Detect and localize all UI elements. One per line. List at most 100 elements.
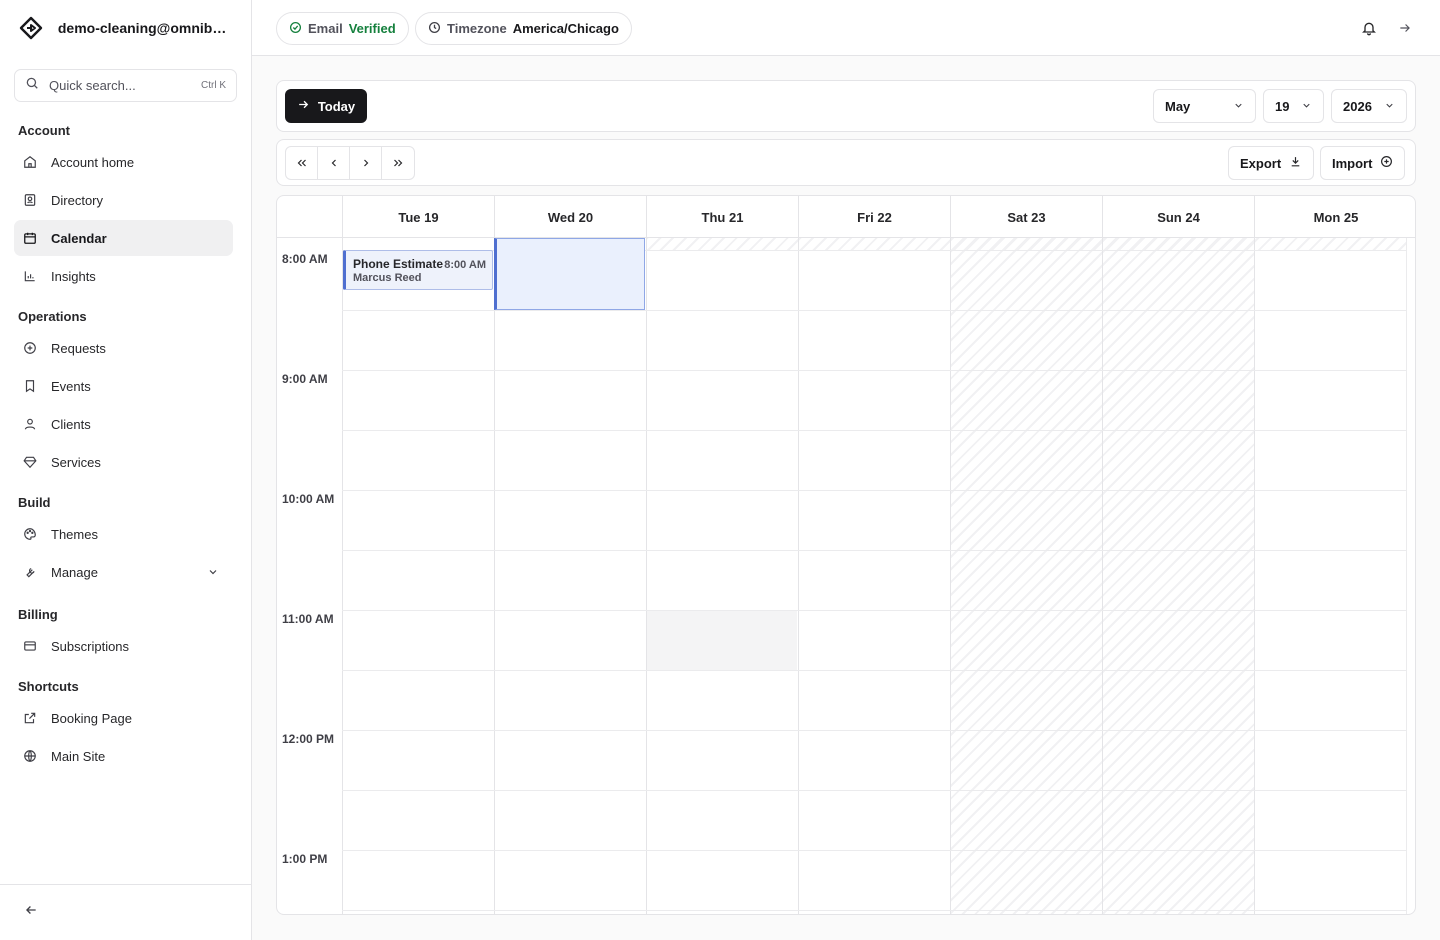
day-select[interactable]: 19 [1263, 89, 1324, 123]
year-select[interactable]: 2026 [1331, 89, 1407, 123]
bookmark-icon [23, 379, 37, 393]
day-header: Wed 20 [494, 196, 646, 238]
sidebar-footer [0, 884, 251, 940]
half-hour-line [342, 790, 1406, 791]
sidebar-item-label: Themes [51, 526, 98, 542]
hour-line [342, 610, 1406, 611]
timezone-pill[interactable]: Timezone America/Chicago [415, 12, 632, 45]
sidebar-item-label: Calendar [51, 230, 107, 246]
sidebar-item-manage[interactable]: Manage [14, 554, 233, 590]
day-column[interactable] [1254, 238, 1406, 914]
account-switcher[interactable]: demo-cleaning@omnibooki... [0, 0, 251, 56]
half-hour-line [342, 430, 1406, 431]
day-column[interactable] [342, 238, 494, 914]
collapse-sidebar-icon[interactable] [24, 903, 38, 922]
half-hour-line [342, 670, 1406, 671]
sidebar-item-themes[interactable]: Themes [14, 516, 233, 552]
event-title: Phone Estimate [353, 257, 444, 271]
bell-icon[interactable] [1360, 19, 1378, 37]
chevrons-left-icon[interactable] [286, 147, 318, 179]
day-column[interactable] [950, 238, 1102, 914]
chevron-down-icon [1384, 99, 1395, 114]
arrow-right-icon [297, 98, 310, 114]
sidebar-item-requests[interactable]: Requests [14, 330, 233, 366]
timezone-value: America/Chicago [512, 21, 619, 36]
sidebar-item-subscriptions[interactable]: Subscriptions [14, 628, 233, 664]
search-icon [25, 76, 39, 95]
day-header: Sat 23 [950, 196, 1102, 238]
event-client: Marcus Reed [353, 272, 422, 284]
sidebar-item-label: Services [51, 454, 101, 470]
sidebar-item-services[interactable]: Services [14, 444, 233, 480]
search-placeholder: Quick search... [49, 78, 136, 93]
calendar-actions-toolbar: Export Import [276, 139, 1416, 186]
sidebar-item-label: Booking Page [51, 710, 132, 726]
chevron-left-icon[interactable] [318, 147, 350, 179]
day-column[interactable] [494, 238, 646, 914]
hour-line [342, 370, 1406, 371]
sidebar-item-insights[interactable]: Insights [14, 258, 233, 294]
sidebar-item-directory[interactable]: Directory [14, 182, 233, 218]
day-header: Tue 19 [342, 196, 494, 238]
user-icon [23, 417, 37, 431]
time-label: 9:00 AM [282, 372, 328, 386]
sidebar-item-label: Events [51, 378, 91, 394]
day-header: Fri 22 [798, 196, 950, 238]
export-button[interactable]: Export [1228, 146, 1315, 180]
sidebar-item-label: Directory [51, 192, 104, 208]
sidebar-item-booking-page[interactable]: Booking Page [14, 700, 233, 736]
column-edge [1406, 238, 1415, 914]
plus-circle-icon [1380, 155, 1393, 171]
time-label: 8:00 AM [282, 252, 328, 266]
nav-group-operations: Operations [18, 309, 87, 324]
clock-icon [428, 21, 441, 37]
sidebar-item-calendar[interactable]: Calendar [14, 220, 233, 256]
today-button[interactable]: Today [285, 89, 367, 123]
time-label: 12:00 PM [282, 732, 335, 746]
wrench-icon [23, 565, 37, 579]
card-icon [23, 639, 37, 653]
calendar-event[interactable]: Phone Estimate 8:00 AM Marcus Reed [343, 250, 493, 290]
date-toolbar: Today May 19 2026 [276, 80, 1416, 132]
arrow-right-icon[interactable] [1396, 19, 1414, 37]
day-column[interactable] [1102, 238, 1254, 914]
half-hour-line [342, 550, 1406, 551]
time-label: 11:00 AM [282, 612, 334, 626]
sidebar-item-main-site[interactable]: Main Site [14, 738, 233, 774]
week-calendar: Tue 19 Wed 20 Thu 21 Fri 22 Sat 23 Sun 2… [276, 195, 1416, 915]
hour-line [342, 490, 1406, 491]
time-label: 1:00 PM [282, 852, 328, 866]
sidebar-item-label: Account home [51, 154, 135, 170]
account-email: demo-cleaning@omnibooki... [57, 20, 233, 36]
directory-icon [23, 193, 37, 207]
sidebar-item-label: Main Site [51, 748, 106, 764]
sidebar-item-clients[interactable]: Clients [14, 406, 233, 442]
bar-chart-icon [23, 269, 37, 283]
month-value: May [1165, 98, 1191, 114]
email-status-pill[interactable]: Email Verified [276, 12, 409, 45]
calendar-body: 8:00 AM 9:00 AM 10:00 AM 11:00 AM 12:00 … [277, 238, 1415, 914]
palette-icon [23, 527, 37, 541]
sidebar: demo-cleaning@omnibooki... Quick search.… [0, 0, 252, 940]
chevron-down-icon[interactable] [207, 566, 219, 581]
sidebar-item-events[interactable]: Events [14, 368, 233, 404]
plus-circle-icon [23, 341, 37, 355]
home-icon [23, 155, 37, 169]
nav-group-build: Build [18, 495, 51, 510]
today-label: Today [317, 98, 356, 114]
topbar: Email Verified Timezone America/Chicago [252, 0, 1440, 56]
import-button[interactable]: Import [1320, 146, 1406, 180]
time-label: 10:00 AM [282, 492, 335, 506]
month-select[interactable]: May [1153, 89, 1256, 123]
gem-icon [23, 455, 37, 469]
check-circle-icon [289, 21, 302, 37]
sidebar-item-account-home[interactable]: Account home [14, 144, 233, 180]
day-column[interactable] [646, 238, 798, 914]
sidebar-item-label: Insights [51, 268, 96, 284]
day-header: Thu 21 [646, 196, 798, 238]
day-column[interactable] [798, 238, 950, 914]
chevrons-right-icon[interactable] [382, 147, 414, 179]
chevron-right-icon[interactable] [350, 147, 382, 179]
quick-search[interactable]: Quick search... Ctrl K [14, 69, 237, 102]
selected-time-slot[interactable] [494, 238, 645, 310]
